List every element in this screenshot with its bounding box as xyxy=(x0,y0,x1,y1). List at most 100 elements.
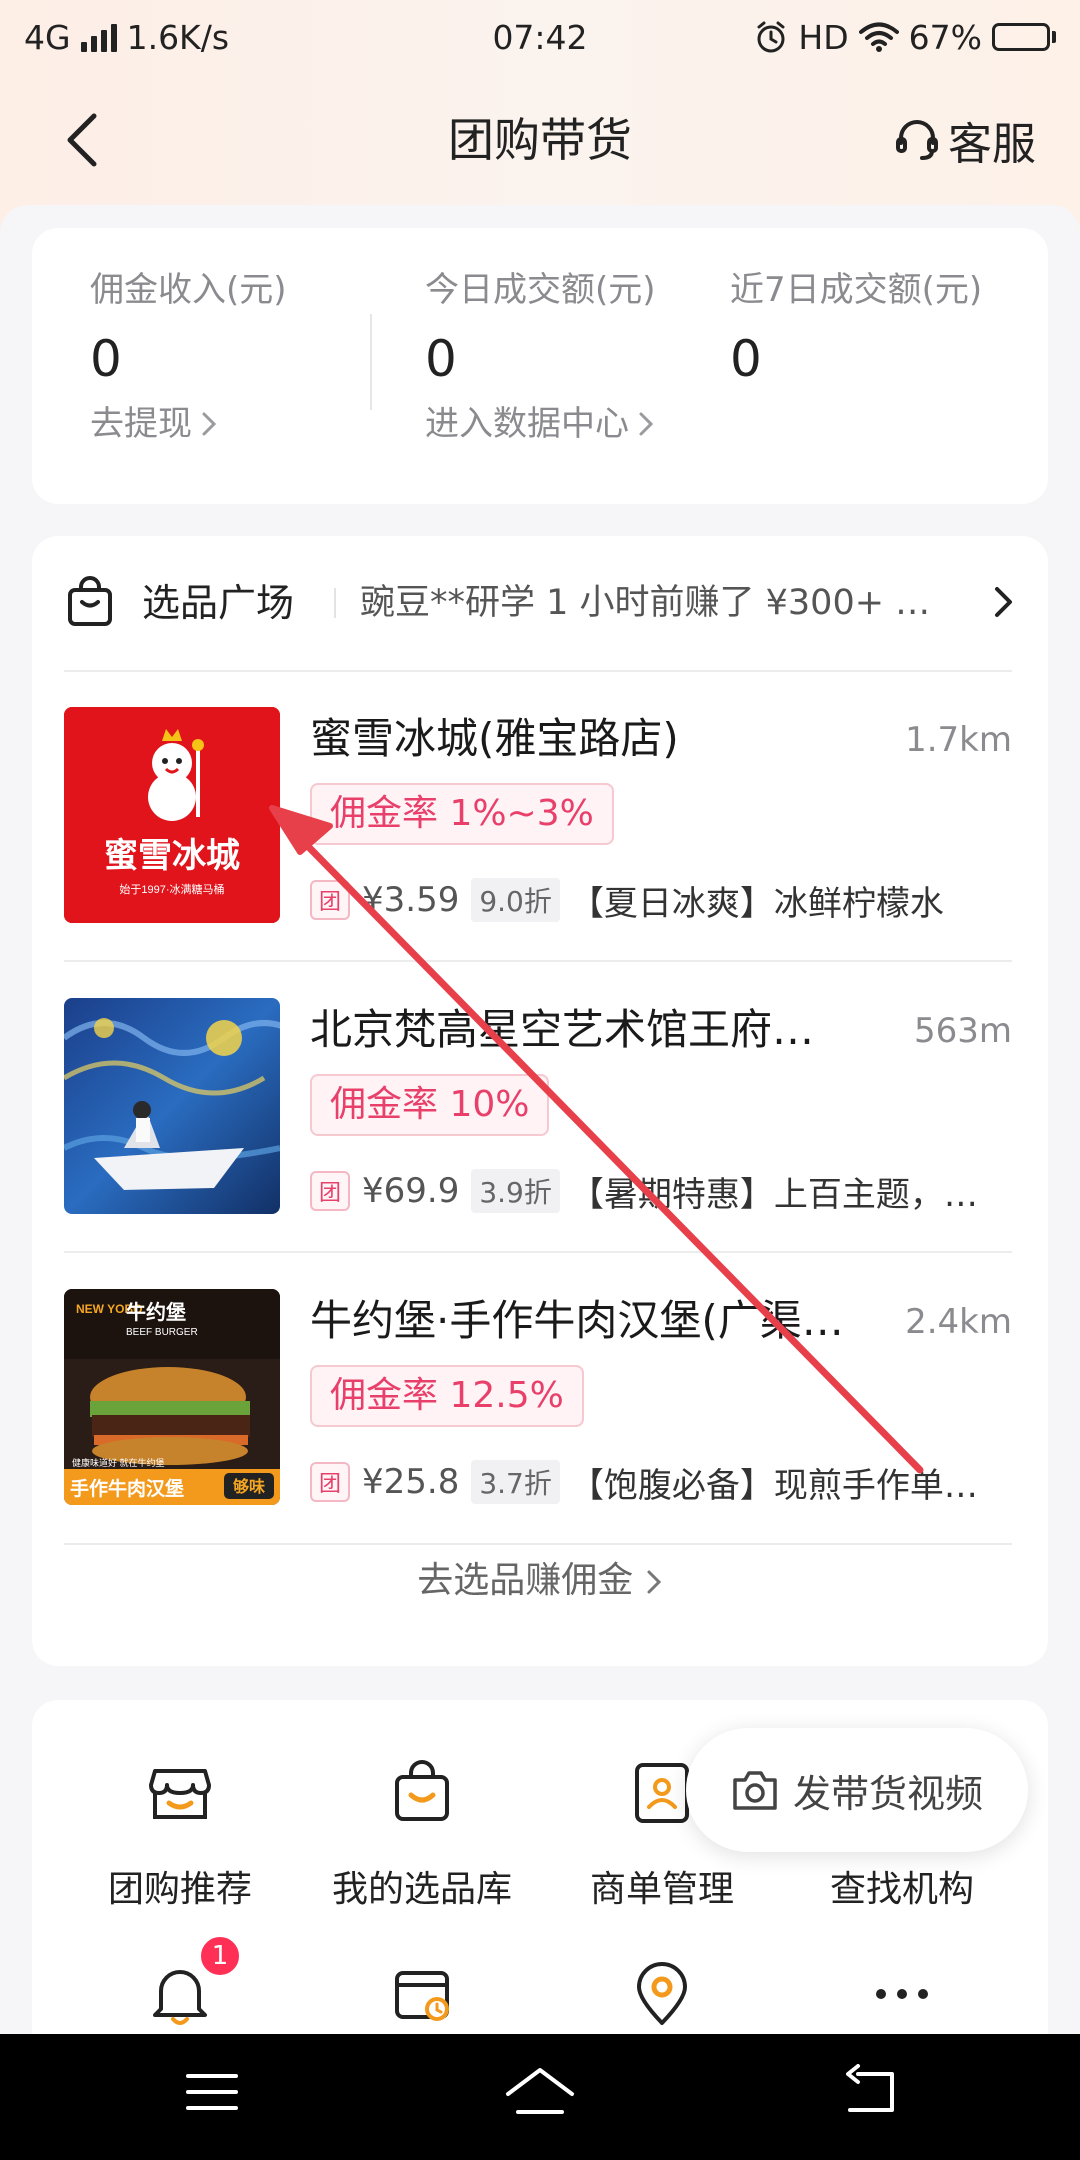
product-item[interactable]: 蜜雪冰城 始于1997·冰满糖马桶 蜜雪冰城(雅宝路店) 1.7km 佣金率 1… xyxy=(64,707,1012,924)
withdraw-link-label: 去提现 xyxy=(90,404,192,444)
group-buy-tag: 团 xyxy=(310,880,350,920)
camera-icon xyxy=(733,1771,777,1810)
tool-label: 团购推荐 xyxy=(107,1869,252,1910)
discount-badge: 3.9折 xyxy=(471,1169,560,1213)
stat-week-sales: 近7日成交额(元) 0 xyxy=(730,270,982,394)
group-buy-tag: 团 xyxy=(310,1171,350,1211)
wallet-icon xyxy=(395,1971,449,2021)
tool-wallet[interactable] xyxy=(302,1954,542,2034)
group-buy-tag: 团 xyxy=(310,1462,350,1502)
tool-label: 查找机构 xyxy=(829,1869,974,1910)
chevron-right-icon xyxy=(639,412,654,436)
chevron-right-icon xyxy=(995,587,1012,617)
header-divider xyxy=(334,588,336,618)
earnings-card: 佣金收入(元) 0 去提现 今日成交额(元) 0 进入数据中心 近7日成交额(元… xyxy=(32,228,1048,504)
thumb-slogan-small: 健康味道好 就在牛约堡 xyxy=(72,1457,165,1468)
product-price: ¥3.59 xyxy=(362,880,460,920)
product-desc: 【暑期特惠】上百主题，… xyxy=(569,1174,978,1215)
shopping-bag-icon xyxy=(68,576,112,626)
product-item[interactable]: NEW YOBO 牛约堡 BEEF BURGER 健康味道好 就在牛约堡 手作牛… xyxy=(64,1289,1012,1506)
network-type: 4G xyxy=(24,17,71,57)
divider xyxy=(64,960,1012,962)
product-meta: 团 ¥25.8 3.7折 【饱腹必备】现煎手作单… xyxy=(310,1459,1012,1506)
product-plaza-card: 选品广场 豌豆**研学 1 小时前赚了 ¥300+ … 蜜雪冰城 始于1997·… xyxy=(32,536,1048,1666)
stat-value: 0 xyxy=(425,330,457,388)
product-name: 北京梵高星空艺术馆王府井… xyxy=(310,1005,850,1054)
system-nav-bar xyxy=(0,2034,1080,2160)
product-price: ¥69.9 xyxy=(362,1171,460,1211)
thumb-brand: 牛约堡 xyxy=(126,1300,186,1324)
product-distance: 563m xyxy=(913,1011,1012,1051)
withdraw-link[interactable]: 去提现 xyxy=(90,404,287,444)
product-thumbnail: 蜜雪冰城 始于1997·冰满糖马桶 xyxy=(64,707,280,923)
app-header: 团购带货 客服 xyxy=(0,88,1080,192)
thumb-tagline: 始于1997·冰满糖马桶 xyxy=(119,882,224,896)
menu-icon[interactable] xyxy=(184,2064,240,2120)
post-video-button[interactable]: 发带货视频 xyxy=(686,1728,1028,1852)
customer-service-button[interactable]: 客服 xyxy=(894,108,1036,172)
product-price: ¥25.8 xyxy=(362,1462,460,1502)
data-center-link-label: 进入数据中心 xyxy=(425,404,629,444)
browse-products-label: 去选品赚佣金 xyxy=(417,1560,634,1601)
tool-my-product-library[interactable]: 我的选品库 xyxy=(302,1752,542,1914)
stat-label: 佣金收入(元) xyxy=(90,270,287,310)
store-icon xyxy=(149,1769,211,1819)
shopping-bag-icon xyxy=(395,1760,449,1821)
status-bar: 4G 1.6K/s 07:42 HD 67% xyxy=(0,0,1080,74)
snow-king-logo: 蜜雪冰城 始于1997·冰满糖马桶 xyxy=(64,707,280,923)
commission-rate-badge: 佣金率 12.5% xyxy=(310,1365,584,1427)
home-icon[interactable] xyxy=(504,2064,576,2120)
tool-location[interactable] xyxy=(542,1954,782,2034)
divider xyxy=(64,1251,1012,1253)
service-label: 客服 xyxy=(948,119,1036,170)
more-icon xyxy=(876,1989,928,1999)
chevron-right-icon xyxy=(647,1570,661,1594)
earnings-ticker: 豌豆**研学 1 小时前赚了 ¥300+ … xyxy=(360,583,931,623)
thumb-slogan: 手作牛肉汉堡 xyxy=(70,1477,184,1500)
stat-value: 0 xyxy=(90,330,122,388)
tool-more[interactable] xyxy=(782,1954,1022,2034)
stat-commission: 佣金收入(元) 0 去提现 xyxy=(90,270,287,444)
stat-label: 今日成交额(元) xyxy=(425,270,656,310)
product-meta: 团 ¥69.9 3.9折 【暑期特惠】上百主题，… xyxy=(310,1168,1012,1215)
commission-rate-badge: 佣金率 1%~3% xyxy=(310,783,614,845)
divider xyxy=(64,1543,1012,1545)
chevron-right-icon xyxy=(202,412,217,436)
product-item[interactable]: 北京梵高星空艺术馆王府井… 563m 佣金率 10% 团 ¥69.9 3.9折 … xyxy=(64,998,1012,1215)
post-video-label: 发带货视频 xyxy=(792,1771,983,1816)
commission-rate-badge: 佣金率 10% xyxy=(310,1074,550,1136)
product-desc: 【饱腹必备】现煎手作单… xyxy=(569,1465,978,1506)
notification-badge: 1 xyxy=(198,1934,242,1978)
alarm-icon xyxy=(757,21,785,53)
wifi-icon xyxy=(858,22,899,52)
headset-icon xyxy=(896,120,938,160)
product-thumbnail: NEW YOBO 牛约堡 BEEF BURGER 健康味道好 就在牛约堡 手作牛… xyxy=(64,1289,280,1505)
stat-label: 近7日成交额(元) xyxy=(730,270,983,310)
burger-image: NEW YOBO 牛约堡 BEEF BURGER 健康味道好 就在牛约堡 手作牛… xyxy=(64,1289,280,1505)
hd-indicator: HD xyxy=(798,17,849,57)
product-distance: 1.7km xyxy=(905,720,1012,760)
product-name: 蜜雪冰城(雅宝路店) xyxy=(310,714,679,763)
data-center-link[interactable]: 进入数据中心 xyxy=(425,404,656,444)
discount-badge: 9.0折 xyxy=(471,878,560,922)
tool-notifications[interactable]: 1 xyxy=(60,1934,300,2034)
stat-value: 0 xyxy=(730,330,762,388)
divider xyxy=(64,670,1012,672)
battery-icon xyxy=(992,23,1056,51)
tool-label: 我的选品库 xyxy=(331,1869,512,1910)
product-meta: 团 ¥3.59 9.0折 【夏日冰爽】冰鲜柠檬水 xyxy=(310,877,1012,924)
product-thumbnail xyxy=(64,998,280,1214)
browse-products-link[interactable]: 去选品赚佣金 xyxy=(32,1556,1048,1606)
plaza-header[interactable]: 选品广场 豌豆**研学 1 小时前赚了 ¥300+ … xyxy=(32,536,1048,670)
back-nav-icon[interactable] xyxy=(840,2064,900,2120)
tool-group-buy-recommend[interactable]: 团购推荐 xyxy=(60,1752,300,1914)
stats-divider xyxy=(370,314,372,410)
product-name: 牛约堡·手作牛肉汉堡(广渠… xyxy=(310,1296,844,1345)
network-speed: 1.6K/s xyxy=(126,17,230,57)
product-distance: 2.4km xyxy=(905,1302,1012,1342)
battery-percent: 67% xyxy=(908,17,982,57)
plaza-title: 选品广场 xyxy=(142,581,295,625)
tool-label: 商单管理 xyxy=(589,1869,734,1910)
starry-night-image xyxy=(64,998,280,1214)
product-desc: 【夏日冰爽】冰鲜柠檬水 xyxy=(569,883,944,924)
